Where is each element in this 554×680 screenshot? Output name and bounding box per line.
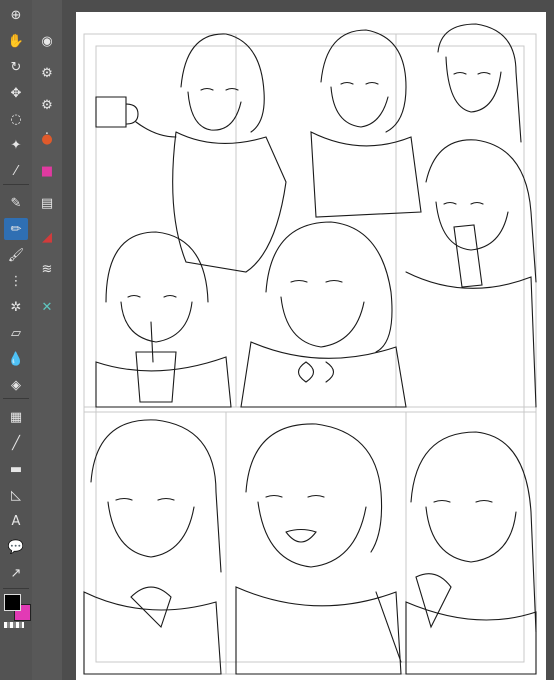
layer-search-icon[interactable]: ≋ <box>36 258 58 280</box>
zoom-tool-icon[interactable]: ⊕ <box>4 4 28 26</box>
tool-palette: ⊕ ✋ ↻ ✥ ◌ ✦ ⁄ ✎ ✏ 🖌 ⋮ ✲ ▱ 💧 ◈ ▦ ╱ ▬ ◺ A 💬 ↗ <box>0 0 33 680</box>
rotate-tool-icon[interactable]: ↻ <box>4 56 28 78</box>
hand-tool-icon[interactable]: ✋ <box>4 30 28 52</box>
navigator-icon[interactable]: ◉ <box>36 30 58 52</box>
toolbar-divider <box>3 588 29 589</box>
eraser-tool-icon[interactable]: ▱ <box>4 322 28 344</box>
layer-icon[interactable]: ▤ <box>36 192 58 214</box>
toolbar-divider <box>3 184 29 185</box>
sketch-artwork <box>83 23 537 675</box>
ruler-tool-icon[interactable]: ◺ <box>4 484 28 506</box>
panel-shortcut-bar: ◉ ⚙ ⚙ ⁝ ● ■ ▤ ◢ ≋ ✕ <box>32 0 63 680</box>
brush-tool-icon[interactable]: 🖌 <box>4 244 28 266</box>
main-color-chip[interactable] <box>4 594 21 611</box>
canvas-area[interactable] <box>62 0 554 680</box>
color-chips[interactable] <box>4 594 31 630</box>
blend-tool-icon[interactable]: 💧 <box>4 348 28 370</box>
correct-line-tool-icon[interactable]: ↗ <box>4 562 28 584</box>
decoration-tool-icon[interactable]: ✲ <box>4 296 28 318</box>
eyedropper-tool-icon[interactable]: ⁄ <box>4 160 28 182</box>
tool-property-icon[interactable]: ⚙ <box>36 94 58 116</box>
layer-property-icon[interactable]: ◢ <box>36 226 58 248</box>
fill-tool-icon[interactable]: ◈ <box>4 374 28 396</box>
lasso-tool-icon[interactable]: ◌ <box>4 108 28 130</box>
gradient-tool-icon[interactable]: ▦ <box>4 406 28 428</box>
balloon-tool-icon[interactable]: 💬 <box>4 536 28 558</box>
airbrush-tool-icon[interactable]: ⋮ <box>4 270 28 292</box>
line-tool-icon[interactable]: ╱ <box>4 432 28 454</box>
color-wheel-icon[interactable]: ● <box>36 128 58 150</box>
drawing-canvas[interactable] <box>76 12 546 680</box>
transparent-color-chip[interactable] <box>4 622 24 628</box>
sub-tool-icon[interactable]: ⚙ <box>36 62 58 84</box>
text-tool-icon[interactable]: A <box>4 510 28 532</box>
frame-tool-icon[interactable]: ▬ <box>4 458 28 480</box>
magic-wand-tool-icon[interactable]: ✦ <box>4 134 28 156</box>
material-icon[interactable]: ✕ <box>36 296 58 318</box>
move-tool-icon[interactable]: ✥ <box>4 82 28 104</box>
color-set-icon[interactable]: ■ <box>36 160 58 182</box>
toolbar-divider <box>3 398 29 399</box>
pencil-tool-icon[interactable]: ✏ <box>4 218 28 240</box>
pen-tool-icon[interactable]: ✎ <box>4 192 28 214</box>
